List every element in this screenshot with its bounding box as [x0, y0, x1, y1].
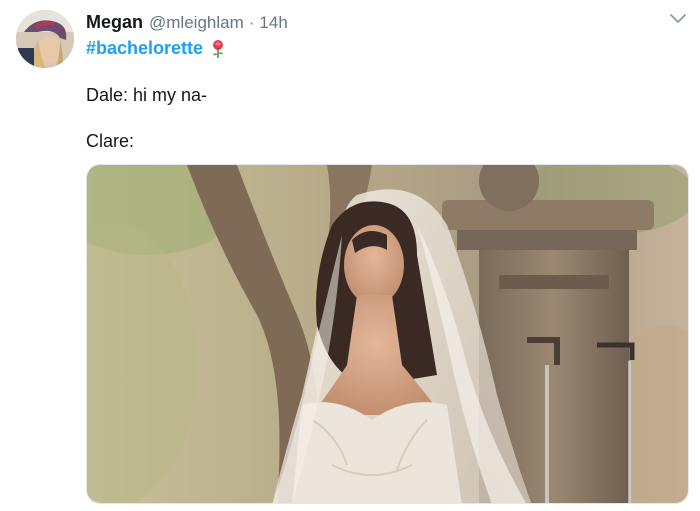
rose-emoji-icon	[209, 39, 227, 59]
display-name[interactable]: Megan	[86, 12, 143, 33]
tweet-text-line-2: Clare:	[86, 131, 135, 151]
timestamp[interactable]: 14h	[259, 13, 287, 33]
avatar[interactable]	[16, 10, 74, 68]
hashtag-link[interactable]: #bachelorette	[86, 38, 203, 59]
tweet-header: Megan @mleighlam · 14h	[86, 12, 288, 33]
tweet-media-image[interactable]	[86, 164, 689, 504]
tweet[interactable]: Megan @mleighlam · 14h #bachelorette Dal…	[0, 0, 700, 511]
user-handle[interactable]: @mleighlam	[149, 13, 244, 33]
tweet-text-line-1: Dale: hi my na-	[86, 85, 208, 105]
chevron-down-icon[interactable]	[668, 12, 688, 26]
hashtag-line: #bachelorette	[86, 38, 227, 59]
separator-dot: ·	[248, 13, 255, 32]
avatar-image	[16, 10, 74, 68]
bride-photo	[87, 165, 688, 503]
